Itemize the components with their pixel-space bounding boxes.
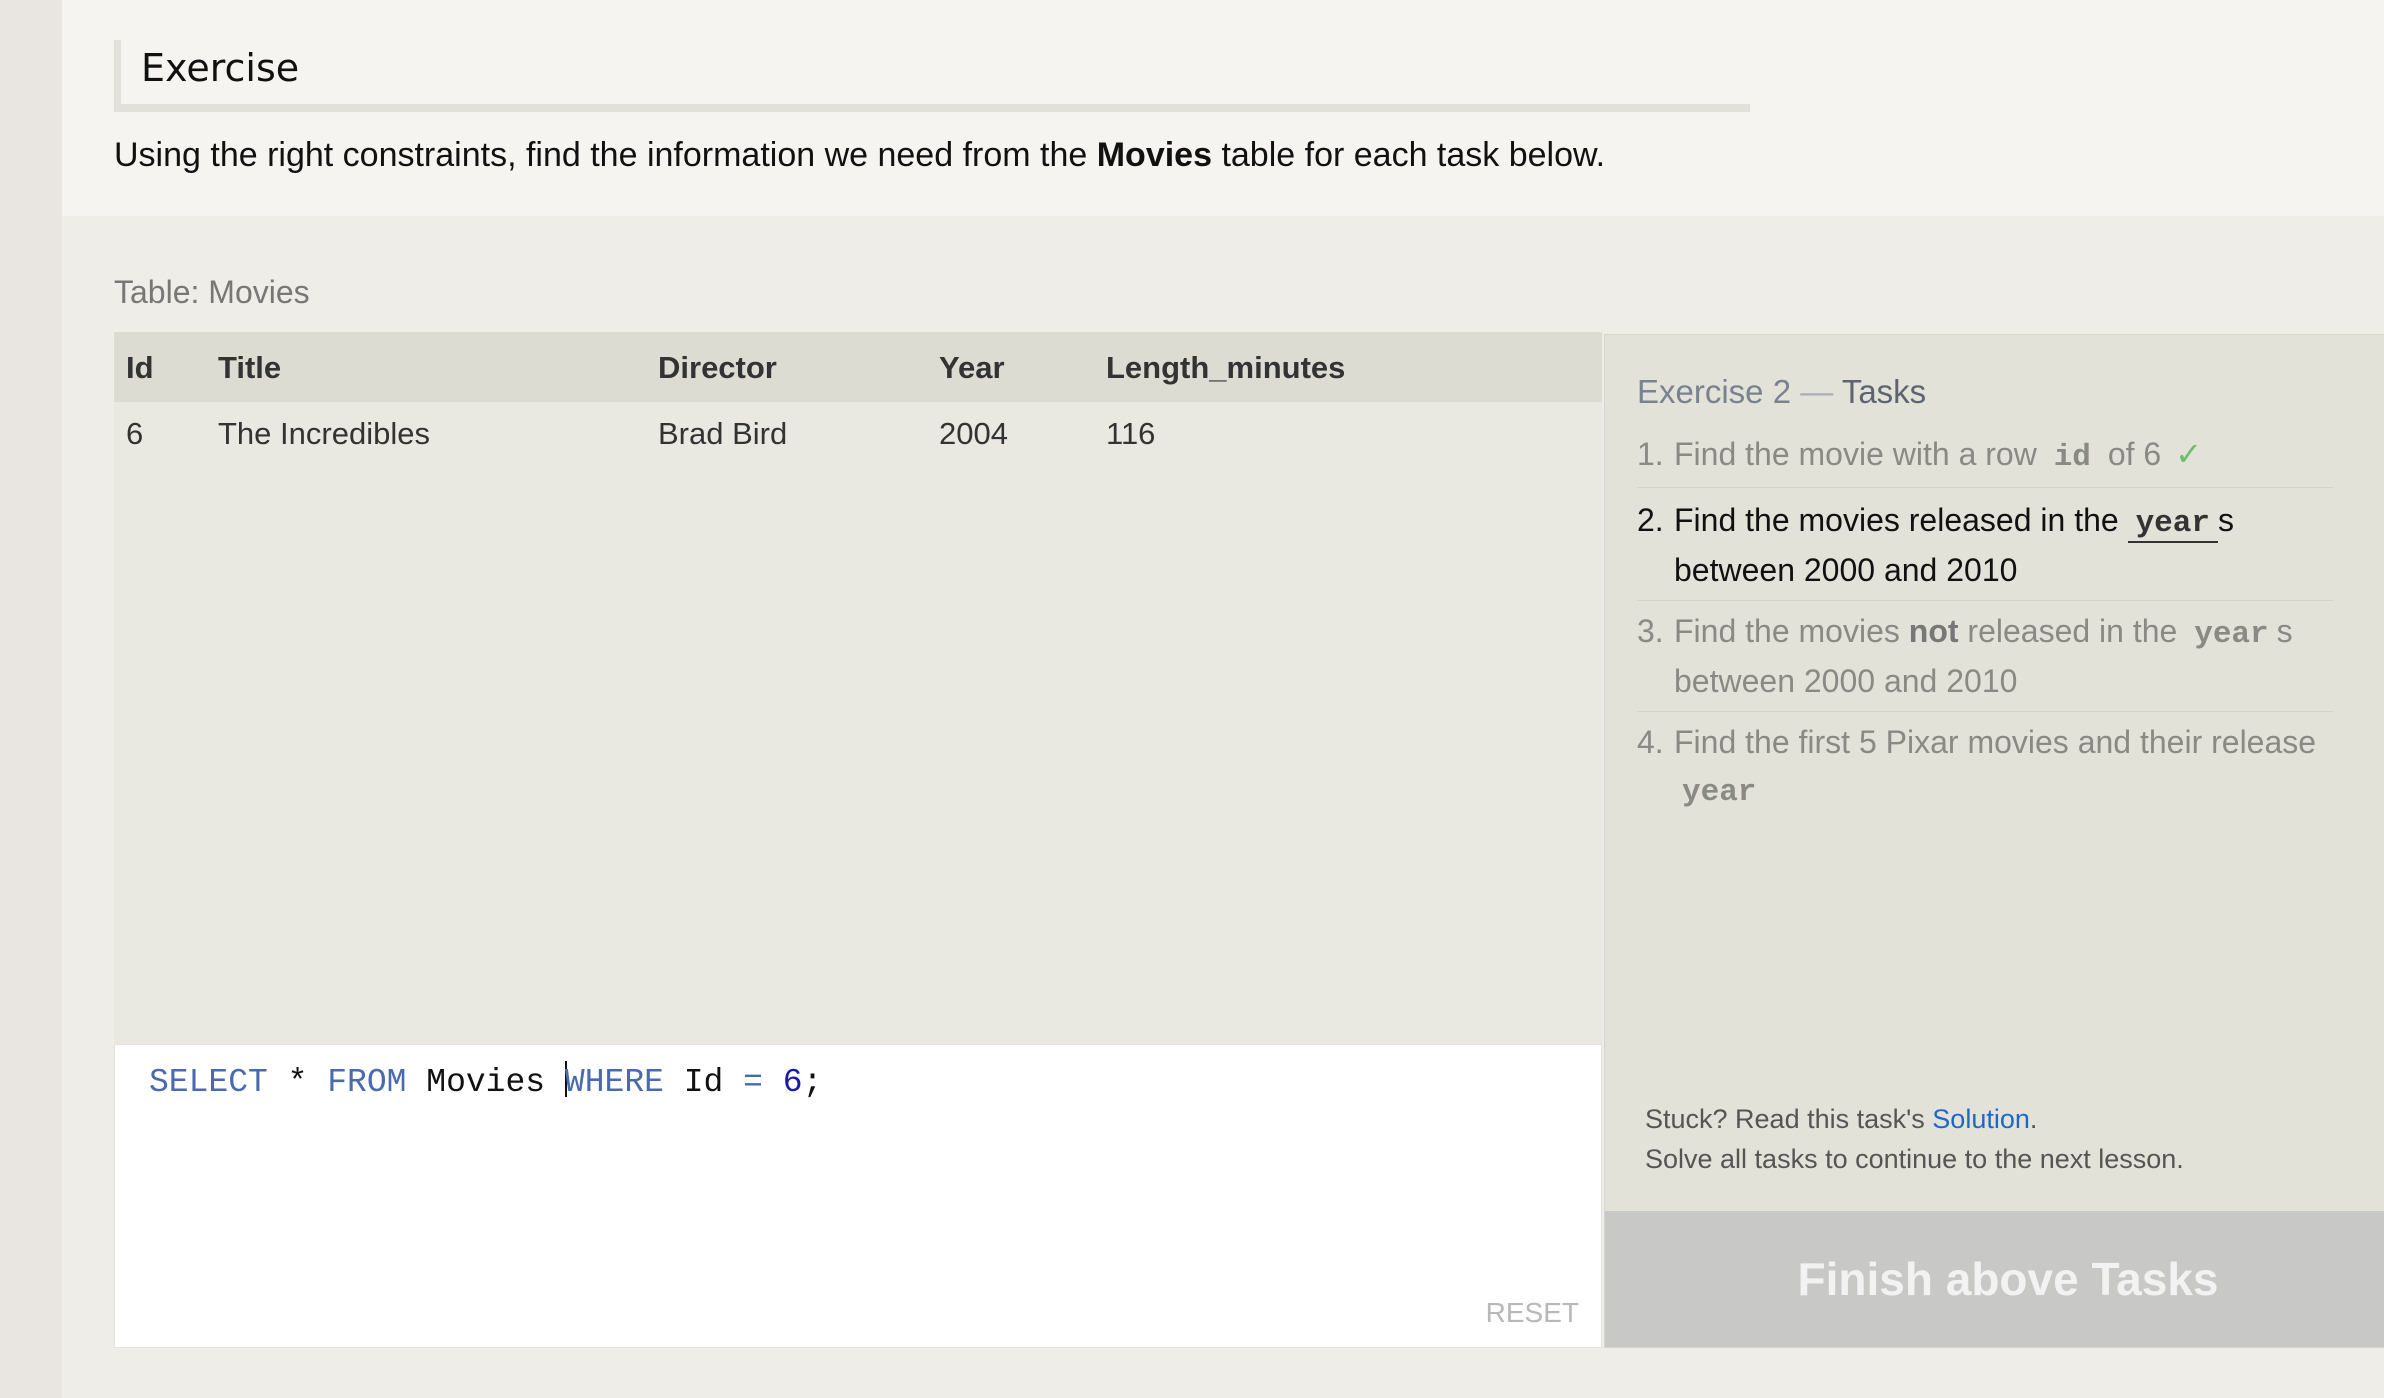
- keyword-from: FROM: [327, 1064, 407, 1101]
- intro-text: Using the right constraints, find the in…: [114, 136, 1605, 175]
- cell-title: The Incredibles: [218, 416, 430, 451]
- token-semicolon: ;: [802, 1064, 823, 1101]
- task-text-middle: released in the: [1958, 613, 2187, 649]
- task-number: 4.: [1637, 724, 1664, 760]
- table-header-row: Id Title Director Year Length_minutes: [114, 332, 1602, 402]
- column-header-length-minutes: Length_minutes: [1106, 350, 1346, 385]
- tasks-title: Exercise 2 — Tasks: [1637, 373, 1926, 411]
- task-number: 1.: [1637, 436, 1664, 472]
- task-code-term: year: [2194, 617, 2269, 652]
- task-item-1: 1. Find the movie with a row id of 6 ✓: [1637, 431, 2333, 488]
- exercise-heading-text: Exercise: [141, 46, 300, 90]
- stuck-period: .: [2029, 1104, 2038, 1134]
- exercise-heading: Exercise: [114, 40, 1750, 112]
- column-header-title: Title: [218, 350, 282, 385]
- tasks-title-label: Tasks: [1841, 373, 1927, 410]
- task-number: 3.: [1637, 613, 1664, 649]
- intro-text-start: Using the right constraints, find the in…: [114, 136, 1097, 174]
- sql-query-text[interactable]: SELECT * FROM Movies WHERE Id = 6;: [149, 1061, 822, 1101]
- task-code-term: id: [2053, 440, 2091, 475]
- column-header-director: Director: [658, 350, 777, 385]
- intro-section: Exercise Using the right constraints, fi…: [62, 0, 2384, 216]
- task-text: Find the first 5 Pixar movies and their …: [1674, 719, 2333, 816]
- task-text: Find the movies not released in the year…: [1674, 608, 2333, 705]
- task-item-4: 4. Find the first 5 Pixar movies and the…: [1637, 719, 2333, 822]
- task-number: 2.: [1637, 502, 1664, 538]
- left-sidebar-edge: [0, 0, 62, 1398]
- token-star: *: [267, 1064, 328, 1101]
- help-text: Stuck? Read this task's Solution. Solve …: [1645, 1099, 2184, 1179]
- task-text-start: Find the movies: [1674, 613, 1909, 649]
- keyword-select: SELECT: [149, 1064, 268, 1101]
- intro-text-end: table for each task below.: [1212, 136, 1606, 174]
- stuck-line: Stuck? Read this task's Solution.: [1645, 1099, 2184, 1139]
- intro-text-table-name: Movies: [1096, 136, 1212, 174]
- task-item-2: 2. Find the movies released in the year s…: [1637, 497, 2333, 601]
- cell-director: Brad Bird: [658, 416, 788, 451]
- task-text: Find the movies released in the year s be…: [1674, 497, 2333, 594]
- stuck-text: Stuck? Read this task's: [1645, 1104, 1933, 1134]
- token-equals: =: [743, 1064, 763, 1101]
- lesson-page: Exercise Using the right constraints, fi…: [62, 0, 2384, 1398]
- task-code-term: year: [2127, 506, 2218, 543]
- token-number: 6: [782, 1064, 803, 1101]
- cell-id: 6: [126, 416, 144, 451]
- keyword-where: WHERE: [564, 1064, 664, 1101]
- checkmark-icon: ✓: [2175, 436, 2202, 472]
- finish-tasks-button[interactable]: Finish above Tasks: [1605, 1211, 2384, 1347]
- task-item-3: 3. Find the movies not released in the y…: [1637, 608, 2333, 712]
- task-code-term: year: [1682, 775, 1757, 810]
- tasks-title-exercise: Exercise 2: [1637, 373, 1792, 410]
- task-text-emphasis: not: [1908, 613, 1959, 649]
- task-text-start: Find the first 5 Pixar movies and their …: [1674, 724, 2317, 760]
- solution-link[interactable]: Solution: [1932, 1104, 2030, 1134]
- sql-editor[interactable]: SELECT * FROM Movies WHERE Id = 6; RESET: [114, 1044, 1602, 1348]
- column-header-year: Year: [939, 350, 1005, 385]
- continue-text: Solve all tasks to continue to the next …: [1645, 1144, 2184, 1174]
- table-caption: Table: Movies: [114, 274, 310, 310]
- cell-year: 2004: [939, 416, 1008, 451]
- task-text: Find the movie with a row id of 6 ✓: [1674, 431, 2333, 481]
- tasks-title-dash: —: [1791, 373, 1842, 410]
- task-text-start: Find the movies released in the: [1674, 502, 2128, 538]
- token-table-name: Movies: [406, 1064, 565, 1101]
- cell-length-minutes: 116: [1106, 416, 1156, 451]
- column-header-id: Id: [126, 350, 154, 385]
- tasks-panel: Exercise 2 — Tasks 1. Find the movie wit…: [1604, 334, 2384, 1348]
- token-column-id: Id: [663, 1064, 744, 1101]
- reset-button[interactable]: RESET: [1486, 1297, 1579, 1329]
- results-table: Id Title Director Year Length_minutes 6 …: [114, 332, 1602, 1044]
- task-text-start: Find the movie with a row: [1674, 436, 2046, 472]
- task-text-end: of 6: [2098, 436, 2162, 472]
